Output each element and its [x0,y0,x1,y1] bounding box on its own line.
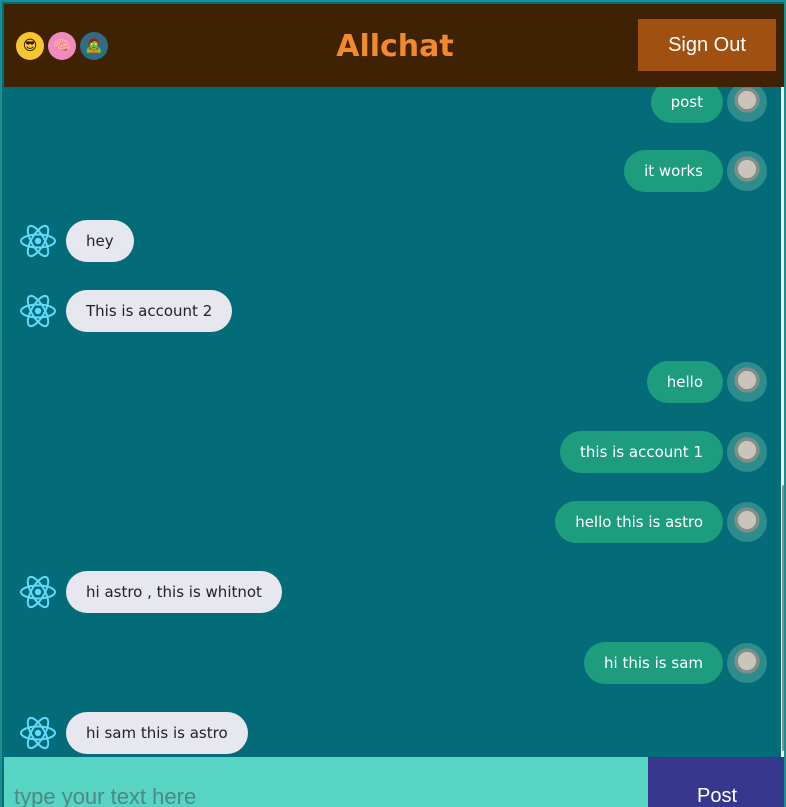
post-button[interactable]: Post [648,757,784,807]
message-sent: hello [646,360,767,404]
user-avatar-statue-icon [727,502,767,542]
zombie-emoji-icon: 🧟 [80,32,108,60]
chat-scrollbar[interactable] [781,87,784,757]
message-bubble: hi sam this is astro [66,712,248,754]
message-bubble: This is account 2 [66,290,233,332]
react-atom-icon [20,716,56,750]
user-avatar-statue-icon [727,87,767,122]
message-composer: Post [4,757,784,807]
message-received: hi astro , this is whitnot [18,570,282,614]
sunglasses-emoji-icon: 😎 [16,32,44,60]
message-bubble: hey [66,220,134,262]
message-received: This is account 2 [18,289,233,333]
message-bubble: hello [646,361,723,403]
sign-out-button[interactable]: Sign Out [638,19,776,71]
brain-emoji-icon: 🧠 [48,32,76,60]
message-bubble: this is account 1 [560,431,723,473]
user-avatar-statue-icon [727,151,767,191]
scrollbar-thumb[interactable] [782,485,784,751]
react-atom-icon [20,575,56,609]
app-header: 😎 🧠 🧟 Allchat Sign Out [4,4,784,87]
chat-feed[interactable]: post it works hey This is account 2 hell… [4,87,782,757]
emoji-group: 😎 🧠 🧟 [16,32,108,60]
message-bubble: hello this is astro [555,501,723,543]
message-received: hey [18,219,134,263]
message-sent: hi this is sam [584,641,767,685]
message-sent: post [650,87,767,124]
react-atom-icon [20,294,56,328]
message-bubble: it works [624,150,723,192]
message-received: hi sam this is astro [18,711,248,755]
message-sent: it works [624,149,767,193]
user-avatar-statue-icon [727,362,767,402]
message-bubble: post [650,87,723,123]
app-window: 😎 🧠 🧟 Allchat Sign Out post it works hey… [0,0,786,807]
message-bubble: hi this is sam [584,642,723,684]
user-avatar-statue-icon [727,643,767,683]
message-sent: this is account 1 [560,430,767,474]
message-input[interactable] [4,757,648,807]
user-avatar-statue-icon [727,432,767,472]
react-atom-icon [20,224,56,258]
message-sent: hello this is astro [555,500,767,544]
message-bubble: hi astro , this is whitnot [66,571,282,613]
